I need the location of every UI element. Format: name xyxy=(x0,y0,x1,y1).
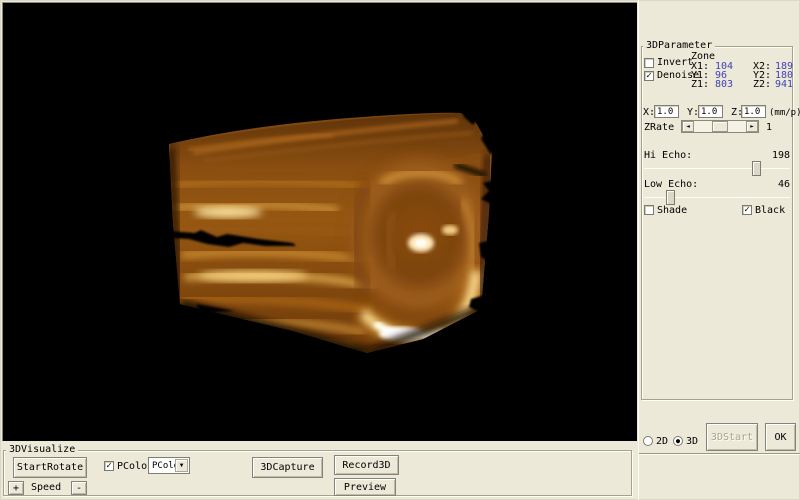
chevron-down-icon: ▼ xyxy=(180,462,184,469)
parameter-groupbox-title: 3DParameter xyxy=(643,41,715,51)
panel-divider xyxy=(639,453,800,455)
record3d-button[interactable]: Record3D xyxy=(334,455,399,475)
hi-echo-slider-thumb[interactable] xyxy=(752,161,761,176)
3d-volume-render xyxy=(3,3,638,442)
parameter-panel: 3DParameter Invert ✓ Denoise Zone X1: 10… xyxy=(638,0,800,500)
app-window: { "colors": { "window_bg": "#ece9d8", "v… xyxy=(0,0,800,500)
black-label: Black xyxy=(755,206,785,216)
invert-checkbox[interactable] xyxy=(644,58,654,68)
scale-x-input[interactable] xyxy=(654,105,679,118)
ok-button[interactable]: OK xyxy=(765,423,796,451)
check-icon: ✓ xyxy=(744,205,749,215)
low-echo-value: 46 xyxy=(778,180,790,190)
start-rotate-button[interactable]: StartRotate xyxy=(13,457,87,478)
pcolor-dropdown[interactable]: PColor ▼ xyxy=(148,457,190,474)
zone-z1-label: Z1: xyxy=(691,80,709,90)
check-icon: ✓ xyxy=(646,71,651,81)
mode-2d-label: 2D xyxy=(656,437,668,447)
scale-z-input[interactable] xyxy=(741,105,766,118)
zrate-scrollbar[interactable]: ◄ ► xyxy=(681,120,759,133)
zone-z2-label: Z2: xyxy=(753,80,771,90)
speed-label: Speed xyxy=(31,483,61,493)
invert-label: Invert xyxy=(657,58,693,68)
zone-z2-value: 941 xyxy=(775,80,793,90)
hi-echo-label: Hi Echo: xyxy=(644,151,692,161)
scale-y-input[interactable] xyxy=(698,105,723,118)
zrate-scroll-right-button[interactable]: ► xyxy=(746,121,758,132)
black-checkbox[interactable]: ✓ xyxy=(742,205,752,215)
low-echo-slider-thumb[interactable] xyxy=(666,190,675,205)
low-echo-label: Low Echo: xyxy=(644,180,698,190)
radio-dot-icon: ● xyxy=(676,437,680,445)
shade-checkbox[interactable] xyxy=(644,205,654,215)
mode-2d-radio[interactable] xyxy=(643,436,653,446)
preview-button[interactable]: Preview xyxy=(334,478,396,496)
render-viewport[interactable] xyxy=(2,2,637,441)
mode-3d-label: 3D xyxy=(686,437,698,447)
pcolor-checkbox[interactable]: ✓ xyxy=(104,461,114,471)
mode-3d-radio[interactable]: ● xyxy=(673,436,683,446)
parameter-groupbox xyxy=(641,46,793,400)
dropdown-arrow-button[interactable]: ▼ xyxy=(175,459,188,472)
check-icon: ✓ xyxy=(106,461,111,471)
hi-echo-value: 198 xyxy=(772,151,790,161)
zone-z1-value: 803 xyxy=(715,80,733,90)
hi-echo-slider-track[interactable] xyxy=(644,168,790,169)
denoise-checkbox[interactable]: ✓ xyxy=(644,71,654,81)
zrate-scroll-thumb[interactable] xyxy=(712,121,728,132)
zrate-scroll-left-button[interactable]: ◄ xyxy=(682,121,694,132)
visualize-groupbox-title: 3DVisualize xyxy=(6,445,78,455)
3dstart-button[interactable]: 3DStart xyxy=(706,423,758,451)
scale-unit-label: (mm/p) xyxy=(769,108,800,118)
shade-label: Shade xyxy=(657,206,687,216)
speed-plus-button[interactable]: + xyxy=(8,481,24,495)
zrate-label: ZRate xyxy=(644,123,674,133)
speed-minus-button[interactable]: - xyxy=(71,481,87,495)
3dcapture-button[interactable]: 3DCapture xyxy=(252,457,323,478)
scroll-right-icon: ► xyxy=(750,123,754,130)
zrate-value: 1 xyxy=(766,123,772,133)
scroll-left-icon: ◄ xyxy=(686,123,690,130)
visualize-panel: 3DVisualize StartRotate + Speed - ✓ PCol… xyxy=(0,442,638,500)
